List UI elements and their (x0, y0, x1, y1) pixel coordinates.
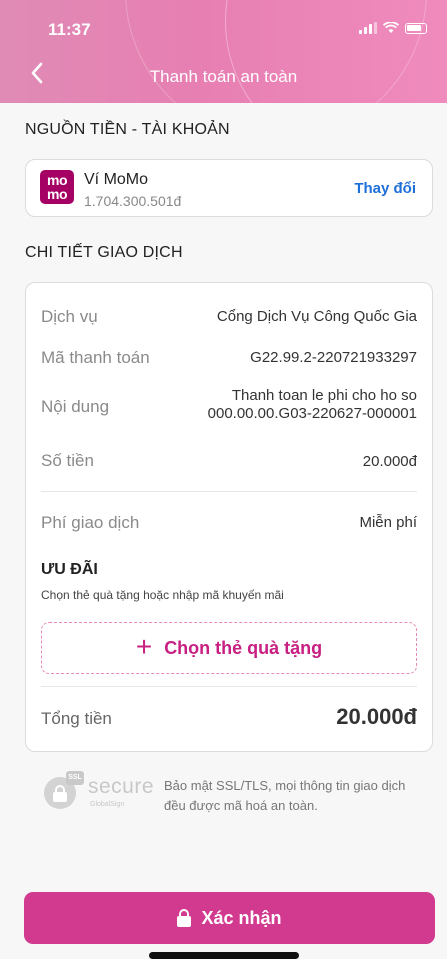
total-label: Tổng tiền (41, 709, 112, 728)
ssl-tag: SSL (66, 771, 84, 785)
home-indicator (149, 952, 299, 959)
source-section-title: NGUỒN TIỀN - TÀI KHOẢN (25, 121, 230, 138)
header-bar: 11:37 Thanh toán an toàn (0, 0, 447, 103)
choose-gift-card-button[interactable]: + Chọn thẻ quà tặng (41, 622, 417, 674)
signal-icon (359, 22, 377, 34)
payment-code-value: G22.99.2-220721933297 (250, 349, 417, 366)
fee-label: Phí giao dịch (41, 513, 140, 532)
divider (41, 491, 417, 492)
amount-value: 20.000đ (362, 453, 417, 470)
wallet-balance: 1.704.300.501đ (84, 193, 182, 209)
content-label: Nội dung (41, 397, 110, 416)
header-decoration (125, 0, 427, 103)
security-note: Bảo mật SSL/TLS, mọi thông tin giao dịch… (164, 778, 406, 813)
momo-logo: mo mo (40, 170, 74, 204)
total-value: 20.000đ (336, 704, 417, 729)
plus-icon: + (135, 630, 153, 662)
amount-label: Số tiền (41, 451, 94, 470)
status-icons (359, 22, 427, 34)
battery-icon (405, 22, 427, 34)
service-label: Dịch vụ (41, 307, 98, 326)
lock-icon (177, 909, 192, 927)
promo-title: ƯU ĐÃI (41, 561, 98, 578)
page-title: Thanh toán an toàn (149, 67, 298, 86)
confirm-label: Xác nhận (201, 907, 282, 928)
status-time: 11:37 (48, 20, 91, 39)
wifi-icon (383, 22, 399, 33)
source-card: mo mo Ví MoMo 1.704.300.501đ Thay đổi (25, 159, 433, 217)
globalsign-label: GlobalSign (90, 801, 125, 808)
divider (41, 686, 417, 687)
fee-value: Miễn phí (359, 514, 417, 531)
promo-subtitle: Chọn thẻ quà tặng hoặc nhập mã khuyến mã… (41, 588, 284, 602)
gift-button-label: Chọn thẻ quà tặng (164, 637, 323, 658)
wallet-name: Ví MoMo (84, 171, 149, 188)
details-card: Dịch vụ Cổng Dịch Vụ Công Quốc Gia Mã th… (25, 282, 433, 752)
confirm-button[interactable]: Xác nhận (24, 892, 435, 944)
secure-badge: SSL secure GlobalSign (44, 771, 154, 817)
service-value: Cổng Dịch Vụ Công Quốc Gia (216, 308, 417, 325)
content-value: Thanh toan le phi cho ho so 000.00.00.G0… (207, 387, 417, 422)
secure-word: secure (88, 775, 155, 798)
change-source-link[interactable]: Thay đổi (354, 180, 416, 197)
details-section-title: CHI TIẾT GIAO DỊCH (25, 244, 183, 261)
payment-code-label: Mã thanh toán (41, 348, 150, 367)
